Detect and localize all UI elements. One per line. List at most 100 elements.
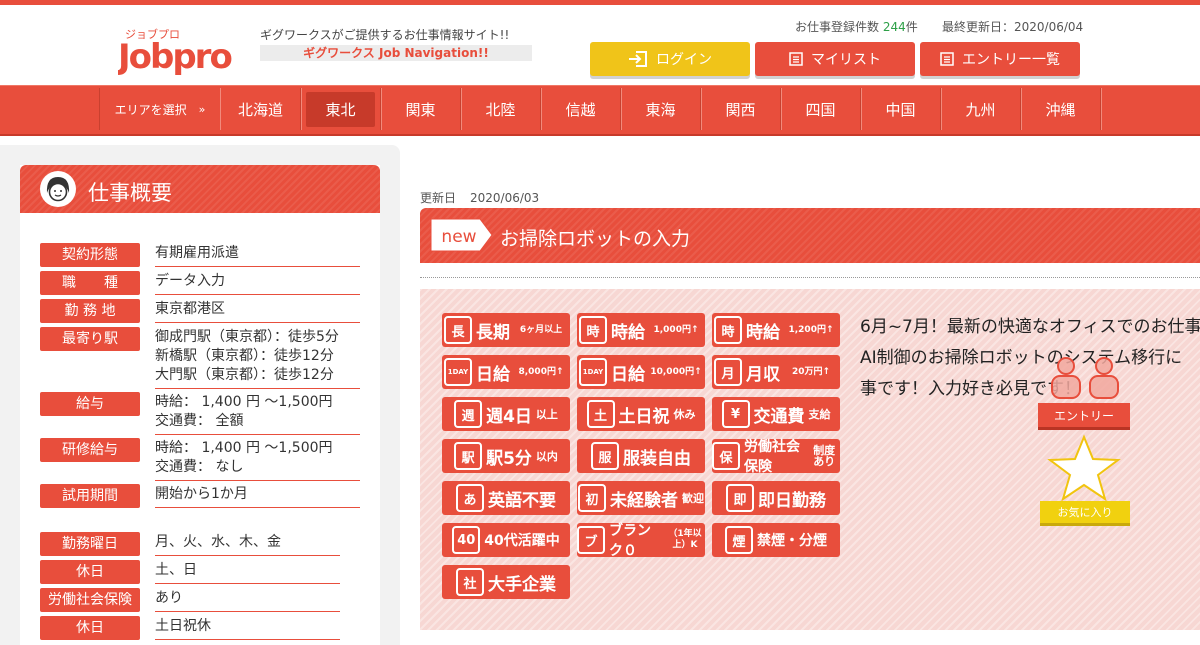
badge-sublabel: 8,000円↑ (518, 366, 564, 377)
area-select[interactable]: エリアを選択 » (99, 88, 221, 130)
badge-label: 40代活躍中 (484, 533, 560, 549)
entry-list-button[interactable]: エントリー一覧 (920, 42, 1080, 76)
summary-underline (155, 434, 360, 435)
description-line: 6月~7月！最新の快適なオフィスでのお仕事 (860, 317, 1200, 337)
feature-badge: 長長期 6ヶ月以上 (442, 313, 570, 347)
summary-label: 勤務曜日 (40, 532, 140, 556)
badge-label: 日給 (476, 364, 510, 385)
badge-label: ブランク０ (609, 523, 651, 559)
summary-value-line: 土、日 (155, 562, 197, 578)
feature-badge: 社大手企業 (442, 565, 570, 599)
updated-label: 更新日 (420, 191, 457, 205)
summary-label: 試用期間 (40, 484, 140, 508)
site-subtitle: ギグワークス Job Navigation!! (260, 45, 532, 61)
nav-region-label: 北陸 (485, 100, 516, 119)
badge-sublabel: 1,000円↑ (653, 324, 699, 335)
feature-badge: 時時給 1,200円↑ (712, 313, 840, 347)
nav-region-label: 関東 (405, 100, 436, 119)
summary-underline (155, 639, 340, 640)
nav-region-item[interactable]: 関東 (381, 88, 461, 130)
nav-region-item[interactable]: 沖縄 (1021, 88, 1101, 130)
summary-value: あり (155, 589, 183, 608)
summary-value-line: 有期雇用派遣 (155, 245, 239, 261)
nav-region-label: 関西 (725, 100, 756, 119)
star-icon[interactable] (1046, 434, 1122, 502)
job-title: お掃除ロボットの入力 (500, 228, 691, 250)
feature-badge: 服服装自由 (577, 439, 705, 473)
nav-region-item[interactable]: 東海 (621, 88, 701, 130)
badge-icon: 週 (454, 400, 483, 428)
jobpro-logo[interactable]: ジョブプロ Jobpro (118, 24, 242, 76)
summary-value: 月、火、水、木、金 (155, 533, 281, 552)
description-line: AI制御のお掃除ロボットのシステム移行に (860, 348, 1183, 368)
badge-icon: 時 (579, 316, 607, 344)
feature-badge: ブブランク０ （1年以上）K (577, 523, 705, 559)
feature-badge: 1DAY 日給 10,000円↑ (577, 355, 705, 389)
top-stripe (0, 0, 1200, 5)
login-button[interactable]: ログイン (590, 42, 750, 76)
badge-sublabel: （1年以上）K (668, 529, 702, 550)
summary-value: 土、日 (155, 561, 197, 580)
nav-region-item[interactable]: 信越 (541, 88, 621, 130)
badge-icon: 月 (714, 358, 742, 386)
badge-label: 労働社会保険 (744, 439, 800, 475)
feature-badge: あ英語不要 (442, 481, 570, 515)
badge-icon: 保 (712, 442, 740, 470)
badge-icon: ブ (577, 526, 605, 554)
badge-icon: 土 (586, 400, 615, 428)
nav-region-label: 九州 (965, 100, 996, 119)
nav-region-item[interactable]: 北陸 (461, 88, 541, 130)
job-count-unit: 件 (905, 20, 918, 34)
divider (420, 277, 1200, 278)
nav-region-item[interactable]: 関西 (701, 88, 781, 130)
summary-value: 時給： 1,400 円 ～1,500円 交通費： なし (155, 439, 333, 477)
summary-label: 最寄り駅 (40, 327, 140, 351)
badge-sublabel: 10,000円↑ (650, 366, 702, 377)
login-icon (629, 51, 647, 67)
job-count: お仕事登録件数 244件 (795, 18, 918, 35)
job-count-number: 244 (882, 20, 906, 34)
badge-icon: 時 (714, 316, 742, 344)
nav-region-label: 東北 (306, 91, 375, 127)
feature-badge: 煙禁煙・分煙 (712, 523, 840, 557)
badge-icon: 駅 (454, 442, 483, 470)
nav-region-item[interactable]: 東北 (301, 88, 381, 130)
nav-region-item[interactable]: 四国 (781, 88, 861, 130)
summary-value-line: 開始から1か月 (155, 486, 248, 502)
badge-sublabel: 1,200円↑ (788, 324, 834, 335)
feature-badge: 月月収 20万円↑ (712, 355, 840, 389)
feature-badge: 時時給 1,000円↑ (577, 313, 705, 347)
badge-sublabel: 歓迎 (682, 491, 704, 505)
summary-value: 御成門駅（東京都）：徒歩5分 新橋駅（東京都）：徒歩12分 大門駅（東京都）：徒歩1… (155, 328, 339, 385)
avatar-icon (40, 171, 76, 207)
login-label: ログイン (656, 52, 712, 68)
feature-badge: 40 40代活躍中 (442, 523, 570, 557)
nav-region-label: 中国 (885, 100, 916, 119)
badge-icon: 1DAY (579, 358, 607, 386)
nav-region-label: 四国 (805, 100, 836, 119)
badge-label: 月収 (746, 364, 780, 385)
mylist-button[interactable]: マイリスト (755, 42, 915, 76)
area-select-label: エリアを選択 (114, 102, 187, 117)
nav-region-item[interactable]: 北海道 (221, 88, 301, 130)
badge-icon: あ (456, 484, 484, 512)
nav-region-label: 沖縄 (1045, 100, 1076, 119)
badge-label: 時給 (746, 322, 780, 343)
nav-region-item[interactable]: 九州 (941, 88, 1021, 130)
badge-icon: 1DAY (444, 358, 472, 386)
summary-label: 労働社会保険 (40, 588, 140, 612)
summary-label: 勤 務 地 (40, 299, 140, 323)
updated-date: 2020/06/03 (470, 191, 540, 205)
badge-icon: 40 (452, 526, 481, 554)
nav-region-item[interactable]: 中国 (861, 88, 941, 130)
feature-badge: 初未経験者 歓迎 (577, 481, 705, 515)
summary-underline (155, 266, 360, 267)
summary-value-line: 交通費： なし (155, 459, 244, 475)
favorite-button[interactable]: お気に入り (1040, 501, 1130, 526)
last-updated: 最終更新日：2020/06/04 (942, 20, 1084, 34)
feature-badge: ¥ 交通費 支給 (712, 397, 840, 431)
badge-label: 未経験者 (610, 490, 678, 511)
badge-sublabel: 20万円↑ (791, 366, 831, 377)
badge-icon: 服 (591, 442, 619, 470)
entry-button[interactable]: エントリー (1038, 403, 1130, 430)
